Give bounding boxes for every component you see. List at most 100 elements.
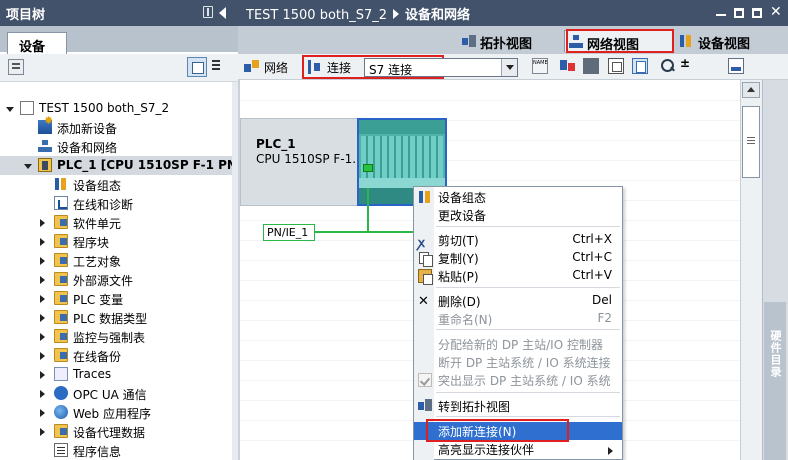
side-tab-label[interactable]: 硬件目录 bbox=[764, 330, 786, 378]
page-view-icon[interactable] bbox=[632, 58, 648, 74]
project-tree-title: 项目树 bbox=[6, 8, 46, 23]
device-icon[interactable] bbox=[583, 58, 599, 74]
menu-item[interactable]: 转到拓扑视图 bbox=[414, 397, 622, 415]
tree-item[interactable]: 工艺对象 bbox=[0, 251, 232, 270]
connection-mode-icon[interactable] bbox=[308, 60, 322, 74]
collapse-arrow-icon[interactable] bbox=[24, 164, 32, 169]
menu-item-label: 重命名(N) bbox=[438, 313, 493, 327]
folder-icon bbox=[54, 291, 68, 305]
chevron-down-icon[interactable] bbox=[501, 59, 517, 76]
delete-icon: ✕ bbox=[418, 294, 429, 309]
device-config-icon bbox=[418, 190, 432, 204]
tab-devices[interactable]: 设备 bbox=[7, 32, 67, 55]
scroll-thumb[interactable] bbox=[742, 106, 760, 178]
highlight-icon[interactable] bbox=[560, 58, 576, 74]
tab-topology-view[interactable]: 拓扑视图 bbox=[458, 30, 562, 52]
network-mode-icon[interactable] bbox=[244, 60, 260, 74]
network-mode-button[interactable]: 网络 bbox=[264, 59, 288, 76]
copy-icon bbox=[418, 251, 433, 267]
tree-item-label: 程序块 bbox=[73, 236, 110, 250]
show-names-icon[interactable] bbox=[532, 58, 548, 74]
menu-item[interactable]: ✕ 删除(D) Del bbox=[414, 292, 622, 310]
tree-item[interactable]: TEST 1500 both_S7_2 bbox=[0, 99, 232, 118]
project-overview-icon[interactable] bbox=[8, 59, 24, 75]
folder-icon bbox=[54, 348, 68, 362]
zoom-icon[interactable] bbox=[660, 58, 676, 74]
tree-item-label: PLC 数据类型 bbox=[73, 312, 148, 326]
folder-icon bbox=[54, 310, 68, 324]
expand-arrow-icon[interactable] bbox=[40, 276, 45, 284]
tree-item[interactable]: PLC 数据类型 bbox=[0, 308, 232, 327]
scroll-up-icon[interactable] bbox=[742, 82, 760, 98]
side-tab-hardware-catalog[interactable] bbox=[764, 302, 786, 460]
menu-item-shortcut: Ctrl+V bbox=[572, 268, 612, 282]
menu-item: 断开 DP 主站系统 / IO 系统连接 bbox=[414, 353, 622, 371]
connection-mode-button[interactable]: 连接 bbox=[327, 59, 351, 76]
network-connection-line[interactable] bbox=[367, 188, 369, 232]
expand-arrow-icon[interactable] bbox=[40, 333, 45, 341]
detail-view-icon[interactable] bbox=[187, 57, 207, 77]
tree-item[interactable]: 程序信息 bbox=[0, 441, 232, 460]
tree-item[interactable]: 添加新设备 bbox=[0, 114, 232, 137]
network-view-highlight bbox=[566, 29, 674, 53]
menu-item[interactable]: 高亮显示连接伙伴 bbox=[414, 440, 622, 458]
tree-item[interactable]: 外部源文件 bbox=[0, 270, 232, 289]
tree-item[interactable]: 软件单元 bbox=[0, 213, 232, 232]
expand-arrow-icon[interactable] bbox=[40, 257, 45, 265]
menu-item[interactable]: 更改设备 bbox=[414, 206, 622, 224]
device-config-icon bbox=[54, 177, 68, 191]
expand-arrow-icon[interactable] bbox=[40, 314, 45, 322]
tree-item[interactable]: PLC_1 [CPU 1510SP F-1 PN] bbox=[0, 156, 242, 175]
connection-type-value: S7 连接 bbox=[369, 63, 413, 77]
restore-icon[interactable] bbox=[734, 8, 744, 18]
tree-item[interactable]: 在线备份 bbox=[0, 346, 232, 365]
web-icon bbox=[54, 405, 68, 419]
topology-icon bbox=[418, 399, 432, 413]
menu-item[interactable]: 设备组态 bbox=[414, 188, 622, 206]
expand-arrow-icon[interactable] bbox=[40, 390, 45, 398]
grid-icon[interactable] bbox=[608, 58, 624, 74]
expand-arrow-icon[interactable] bbox=[40, 371, 45, 379]
plc-icon bbox=[38, 158, 52, 172]
collapse-left-icon[interactable] bbox=[219, 7, 226, 19]
menu-item[interactable]: 复制(Y) Ctrl+C bbox=[414, 249, 622, 267]
tree-item[interactable]: OPC UA 通信 bbox=[0, 384, 232, 403]
tree-item[interactable]: Web 应用程序 bbox=[0, 403, 232, 422]
tree-item-label: PLC 变量 bbox=[73, 293, 124, 307]
tree-item[interactable]: Traces bbox=[0, 365, 232, 384]
tab-device-view[interactable]: 设备视图 bbox=[676, 30, 784, 52]
expand-arrow-icon[interactable] bbox=[40, 428, 45, 436]
tree-item[interactable]: 在线和诊断 bbox=[0, 194, 232, 213]
connection-type-select[interactable]: S7 连接 bbox=[364, 58, 518, 77]
list-view-icon[interactable] bbox=[212, 60, 220, 72]
collapse-arrow-icon[interactable] bbox=[6, 107, 14, 112]
tree-item[interactable]: 监控与强制表 bbox=[0, 327, 232, 346]
menu-item[interactable]: 粘贴(P) Ctrl+V bbox=[414, 267, 622, 285]
subnet-label[interactable]: PN/IE_1 bbox=[263, 224, 315, 241]
expand-arrow-icon[interactable] bbox=[40, 295, 45, 303]
overview-navigation-icon[interactable] bbox=[728, 58, 744, 74]
tree-item-label: 监控与强制表 bbox=[73, 331, 146, 345]
menu-item-label: 更改设备 bbox=[438, 209, 487, 223]
pin-icon[interactable] bbox=[203, 6, 213, 18]
tree-item-label: OPC UA 通信 bbox=[73, 388, 147, 402]
breadcrumb-separator-icon bbox=[393, 9, 400, 19]
maximize-icon[interactable] bbox=[752, 8, 762, 18]
tree-item[interactable]: 程序块 bbox=[0, 232, 232, 251]
expand-arrow-icon[interactable] bbox=[40, 219, 45, 227]
opc-icon bbox=[54, 386, 68, 400]
minimize-icon[interactable] bbox=[716, 14, 726, 16]
close-icon[interactable]: ✕ bbox=[770, 4, 782, 20]
menu-item-shortcut: Del bbox=[592, 293, 612, 307]
tree-item[interactable]: 设备代理数据 bbox=[0, 422, 232, 441]
expand-arrow-icon[interactable] bbox=[40, 238, 45, 246]
zoom-options-icon[interactable] bbox=[680, 56, 690, 74]
tree-item[interactable]: 设备和网络 bbox=[0, 137, 232, 156]
expand-arrow-icon[interactable] bbox=[40, 409, 45, 417]
profinet-port-icon[interactable] bbox=[363, 164, 373, 172]
breadcrumb-project[interactable]: TEST 1500 both_S7_2 bbox=[246, 8, 387, 23]
tree-item[interactable]: 设备组态 bbox=[0, 175, 232, 194]
expand-arrow-icon[interactable] bbox=[40, 352, 45, 360]
tree-item[interactable]: PLC 变量 bbox=[0, 289, 232, 308]
menu-item[interactable]: ꭗ 剪切(T) Ctrl+X bbox=[414, 231, 622, 251]
